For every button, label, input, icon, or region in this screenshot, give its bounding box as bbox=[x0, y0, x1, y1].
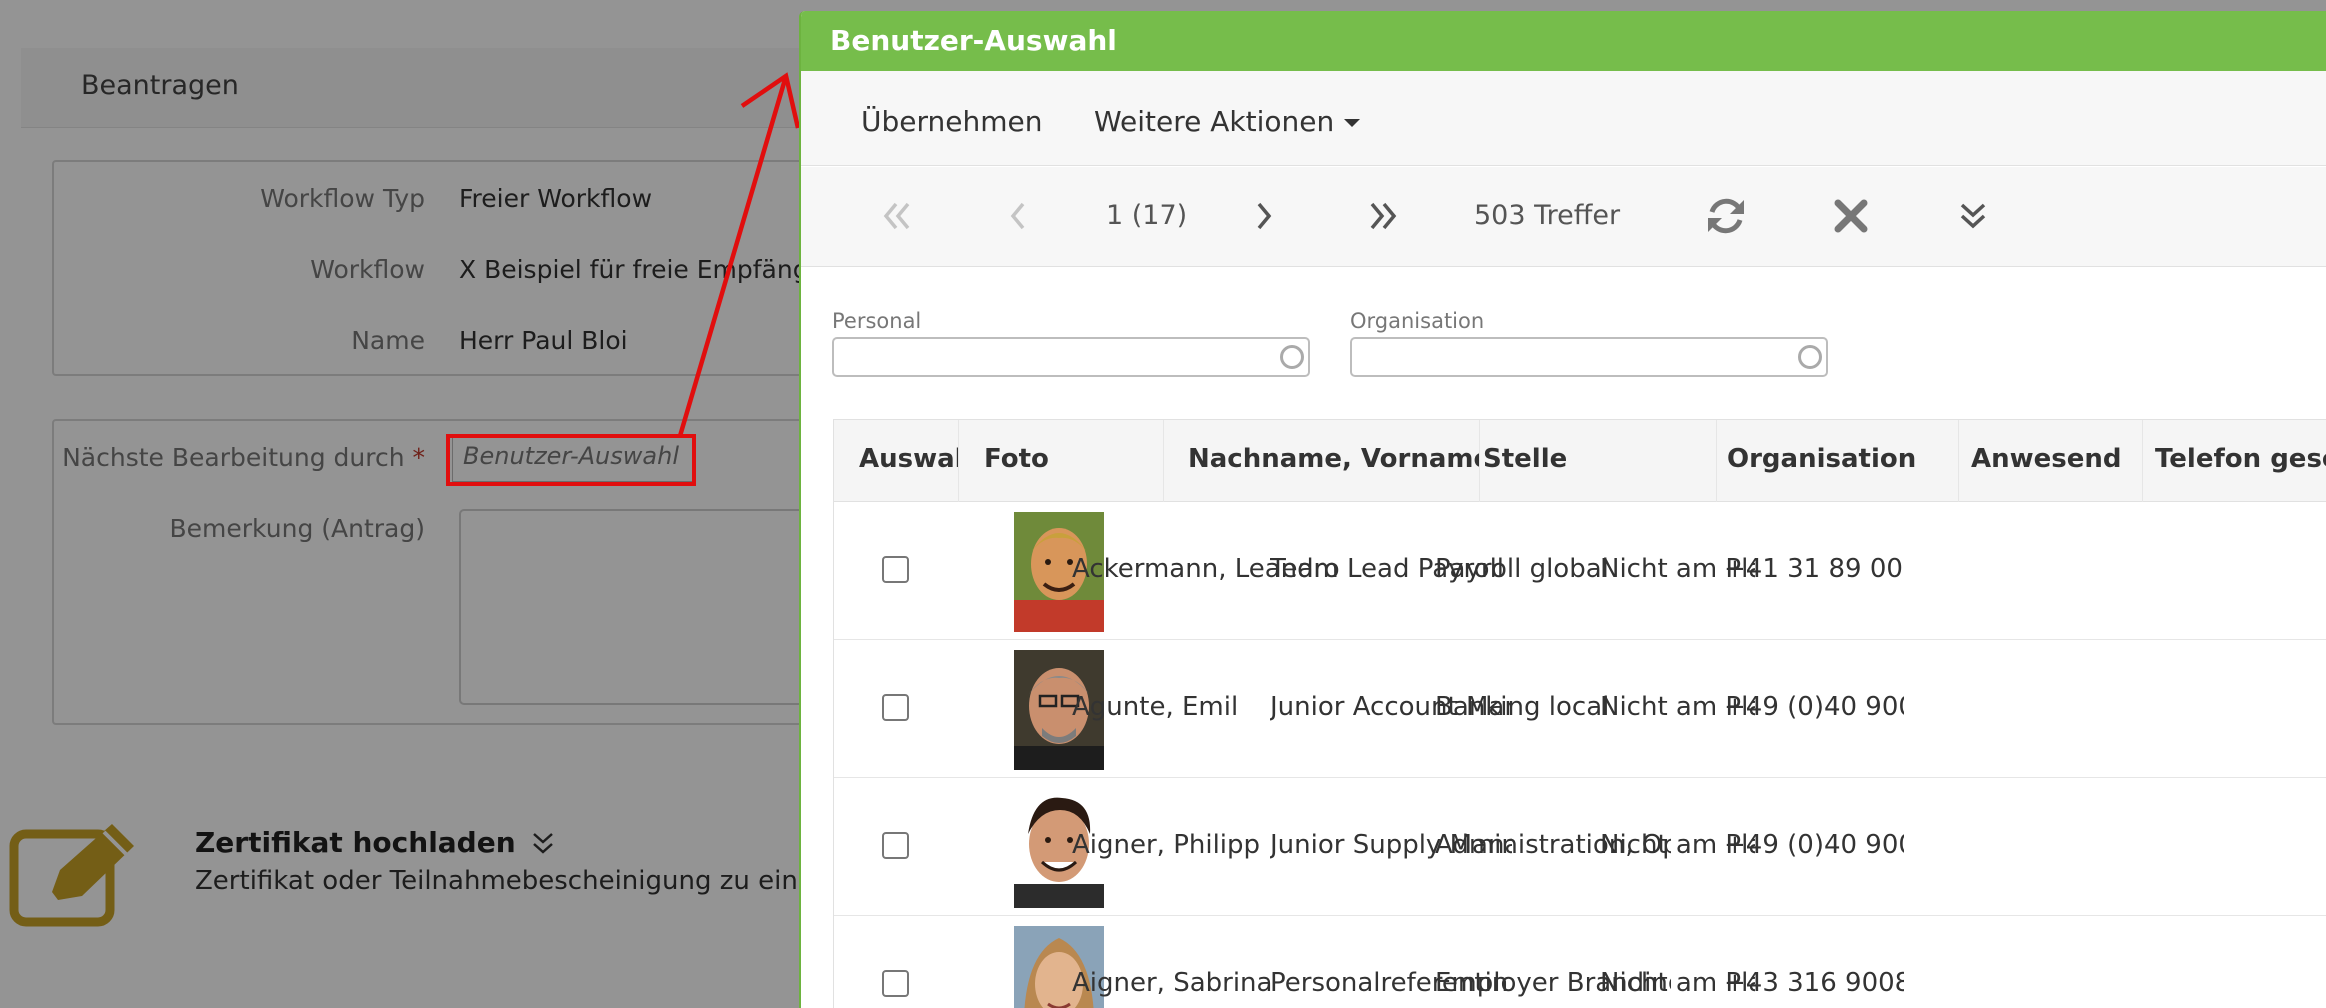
first-page-button[interactable] bbox=[873, 193, 919, 239]
row-select-checkbox[interactable] bbox=[882, 970, 909, 997]
chevron-right-icon bbox=[1257, 202, 1272, 230]
table-row[interactable]: Agunte, Emil Junior Account Manager Bank… bbox=[834, 640, 2326, 778]
pager-toolbar: 1 (17) 503 Treffer bbox=[801, 167, 2326, 267]
row-select-checkbox[interactable] bbox=[882, 694, 909, 721]
filter-clear-icon[interactable] bbox=[1280, 345, 1304, 369]
hits-count: 503 Treffer bbox=[1474, 200, 1621, 231]
column-header-presence[interactable]: Anwesend bbox=[1971, 420, 2143, 502]
table-row[interactable]: Aigner, Philipp Junior Supply Manager Ad… bbox=[834, 778, 2326, 916]
more-actions-label: Weitere Aktionen bbox=[1094, 105, 1335, 138]
user-phone: +49 (0)40 900 12 bbox=[1724, 692, 1904, 722]
clear-filter-button[interactable] bbox=[1826, 193, 1876, 239]
column-header-selection[interactable]: Auswahl bbox=[859, 420, 959, 502]
column-header-name[interactable]: Nachname, Vorname bbox=[1188, 420, 1480, 502]
user-selection-dialog: Benutzer-Auswahl Übernehmen Weitere Akti… bbox=[799, 11, 2326, 1008]
apply-button[interactable]: Übernehmen bbox=[861, 105, 1042, 138]
user-phone: +41 31 89 00 33 bbox=[1724, 554, 1904, 584]
filter-clear-icon[interactable] bbox=[1798, 345, 1822, 369]
more-actions-dropdown[interactable]: Weitere Aktionen bbox=[1094, 105, 1361, 138]
user-phone: +43 316 90081 bbox=[1724, 968, 1904, 998]
dialog-menubar: Übernehmen Weitere Aktionen bbox=[801, 71, 2326, 166]
column-header-phone[interactable]: Telefon geschäftlich bbox=[2155, 420, 2326, 502]
previous-page-button[interactable] bbox=[995, 193, 1041, 239]
organisation-filter-input[interactable] bbox=[1350, 337, 1828, 377]
next-page-button[interactable] bbox=[1241, 193, 1287, 239]
table-header: Auswahl Foto Nachname, Vorname Stelle Or… bbox=[834, 420, 2326, 502]
page-indicator: 1 (17) bbox=[1106, 200, 1188, 231]
row-select-checkbox[interactable] bbox=[882, 556, 909, 583]
column-header-organisation[interactable]: Organisation bbox=[1727, 420, 1959, 502]
table-row[interactable]: Ackermann, Leandro Team Lead Payroll Pay… bbox=[834, 502, 2326, 640]
personal-filter-label: Personal bbox=[832, 309, 922, 333]
column-header-position[interactable]: Stelle bbox=[1483, 420, 1717, 502]
annotation-highlight-box bbox=[446, 434, 696, 486]
table-row[interactable]: Aigner, Sabrina Personalreferentin Emplo… bbox=[834, 916, 2326, 1008]
user-phone: +49 (0)40 900 13 bbox=[1724, 830, 1904, 860]
dialog-title: Benutzer-Auswahl bbox=[801, 11, 2326, 71]
refresh-icon bbox=[1708, 198, 1744, 234]
chevron-left-icon bbox=[1010, 202, 1025, 230]
close-icon bbox=[1834, 199, 1868, 233]
personal-filter-input[interactable] bbox=[832, 337, 1310, 377]
user-table: Auswahl Foto Nachname, Vorname Stelle Or… bbox=[833, 419, 2326, 1008]
expand-button[interactable] bbox=[1948, 193, 1998, 239]
double-chevron-left-icon bbox=[883, 202, 910, 230]
double-chevron-down-icon bbox=[1960, 203, 1986, 229]
last-page-button[interactable] bbox=[1361, 193, 1407, 239]
double-chevron-right-icon bbox=[1370, 202, 1397, 230]
organisation-filter-label: Organisation bbox=[1350, 309, 1485, 333]
refresh-button[interactable] bbox=[1701, 193, 1751, 239]
column-header-photo[interactable]: Foto bbox=[984, 420, 1164, 502]
caret-down-icon bbox=[1344, 119, 1361, 127]
row-select-checkbox[interactable] bbox=[882, 832, 909, 859]
